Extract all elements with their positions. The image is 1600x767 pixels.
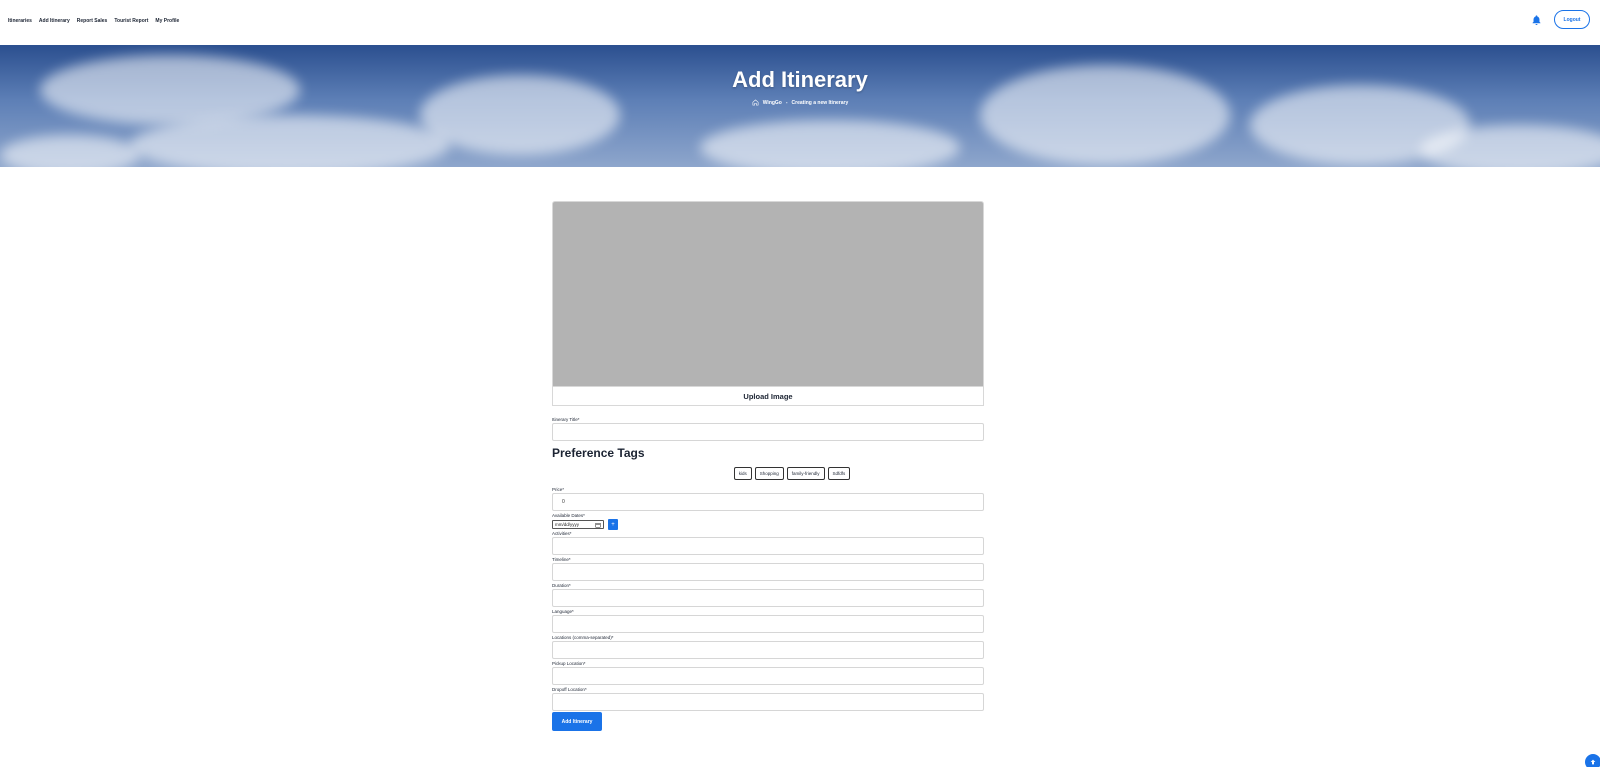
nav-itineraries[interactable]: Itineraries	[8, 18, 32, 24]
add-itinerary-form: Upload Image Itinerary Title* Preference…	[552, 201, 984, 731]
image-preview	[552, 201, 984, 387]
main-nav: Itineraries Add Itinerary Report Sales T…	[8, 18, 179, 24]
page-title: Add Itinerary	[732, 67, 868, 92]
tag-family-friendly[interactable]: family-friendly	[786, 467, 825, 480]
hero-banner: Add Itinerary WingGo - Creating a new It…	[0, 45, 1600, 167]
tag-sdfdfs[interactable]: Sdfdfs	[827, 467, 851, 480]
cloud-decoration	[130, 115, 450, 167]
bell-icon[interactable]	[1531, 14, 1542, 26]
nav-add-itinerary[interactable]: Add Itinerary	[39, 18, 70, 24]
language-input[interactable]	[552, 615, 984, 633]
timeline-input[interactable]	[552, 563, 984, 581]
upload-image-button[interactable]: Upload Image	[552, 387, 984, 406]
tag-kids[interactable]: kids	[733, 467, 752, 480]
nav-tourist-report[interactable]: Tourist Report	[114, 18, 148, 24]
duration-input[interactable]	[552, 589, 984, 607]
home-icon	[752, 99, 759, 106]
activities-input[interactable]	[552, 537, 984, 555]
breadcrumb: WingGo - Creating a new Itinerary	[0, 99, 1600, 106]
add-itinerary-button[interactable]: Add Itinerary	[552, 712, 602, 731]
cloud-decoration	[700, 120, 960, 167]
arrow-up-icon	[1590, 759, 1596, 765]
preference-tags-heading: Preference Tags	[552, 446, 645, 460]
breadcrumb-separator: -	[785, 99, 788, 106]
date-row: mm/dd/yyyy +	[552, 519, 984, 530]
price-input[interactable]: 0	[552, 493, 984, 511]
preference-tags: kids Shopping family-friendly Sdfdfs	[600, 467, 984, 480]
title-input[interactable]	[552, 423, 984, 441]
breadcrumb-home[interactable]: WingGo	[763, 100, 782, 106]
date-placeholder: mm/dd/yyyy	[555, 522, 580, 527]
add-date-button[interactable]: +	[608, 519, 618, 530]
calendar-icon[interactable]	[595, 522, 601, 528]
nav-report-sales[interactable]: Report Sales	[77, 18, 108, 24]
locations-input[interactable]	[552, 641, 984, 659]
cloud-decoration	[0, 135, 140, 167]
nav-my-profile[interactable]: My Profile	[155, 18, 179, 24]
breadcrumb-current: Creating a new Itinerary	[791, 99, 849, 106]
tag-shopping[interactable]: Shopping	[754, 467, 784, 480]
dropoff-input[interactable]	[552, 693, 984, 711]
date-input[interactable]: mm/dd/yyyy	[552, 520, 604, 529]
scroll-to-top-button[interactable]	[1585, 754, 1600, 767]
logout-button[interactable]: Logout	[1554, 10, 1590, 29]
top-navbar: Itineraries Add Itinerary Report Sales T…	[0, 0, 1600, 45]
pickup-input[interactable]	[552, 667, 984, 685]
